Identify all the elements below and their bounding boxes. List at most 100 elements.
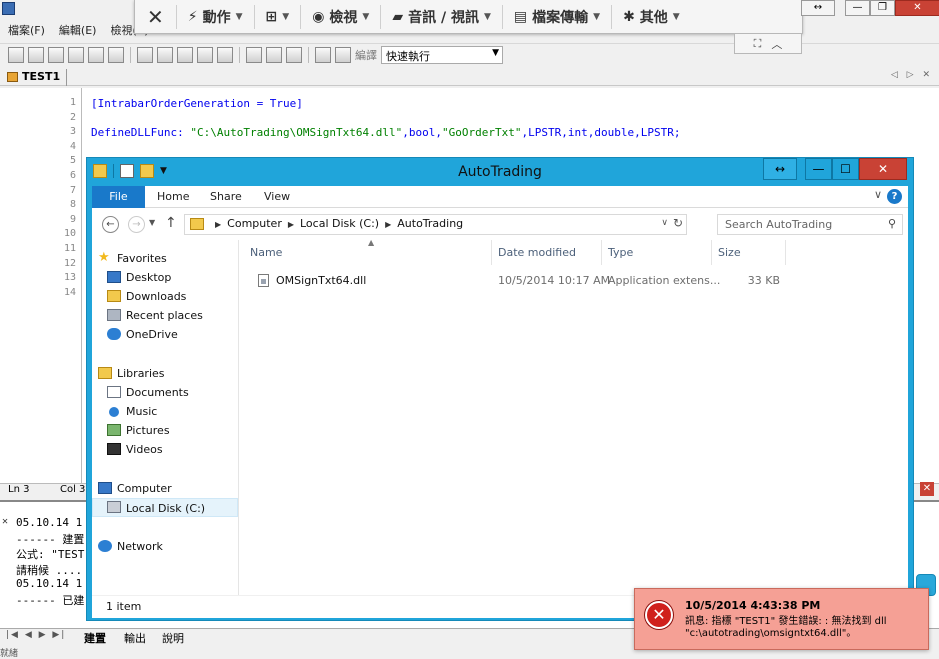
- save-all-icon[interactable]: [68, 47, 84, 63]
- chevron-down-icon: ▼: [492, 48, 499, 58]
- run-mode-select[interactable]: 快速執行 ▼: [381, 46, 503, 64]
- properties-icon[interactable]: [120, 164, 134, 178]
- chevron-down-icon[interactable]: ▼: [149, 218, 155, 227]
- print-icon[interactable]: [88, 47, 104, 63]
- search-icon[interactable]: ⚲: [888, 217, 896, 230]
- ribbon-tabs: File Home Share View ∨ ?: [92, 186, 908, 208]
- chevron-up-icon[interactable]: ︿: [771, 36, 782, 52]
- tile-horizontal-icon[interactable]: [266, 47, 282, 63]
- tab-scroll-arrows[interactable]: ◁ ▷ ✕: [891, 70, 933, 80]
- nav-favorites[interactable]: ★ Favorites: [92, 249, 238, 268]
- fullscreen-icon[interactable]: ⛶: [754, 37, 762, 51]
- compile-icon[interactable]: [335, 47, 351, 63]
- tab-file[interactable]: File: [92, 186, 145, 208]
- column-size[interactable]: Size: [712, 240, 786, 265]
- maximize-button[interactable]: ☐: [832, 158, 859, 180]
- nav-label: Local Disk (C:): [126, 502, 206, 515]
- tab-help[interactable]: 說明: [162, 630, 184, 646]
- remote-actions-menu[interactable]: ⚡ 動作 ▼: [177, 4, 255, 29]
- close-button[interactable]: ✕: [895, 0, 939, 16]
- breadcrumb-local-disk[interactable]: Local Disk (C:): [300, 217, 379, 230]
- address-bar[interactable]: ▶ Computer ▶ Local Disk (C:) ▶ AutoTrading ∨ …: [184, 214, 687, 235]
- column-type[interactable]: Type: [602, 240, 712, 265]
- nav-desktop[interactable]: Desktop: [92, 268, 238, 287]
- line-number: 6: [69, 170, 76, 181]
- chevron-down-icon[interactable]: ∨: [661, 218, 668, 228]
- nav-documents[interactable]: Documents: [92, 383, 238, 402]
- close-button[interactable]: ✕: [859, 158, 907, 180]
- tab-share[interactable]: Share: [210, 186, 242, 208]
- nav-pictures[interactable]: Pictures: [92, 421, 238, 440]
- new-folder-icon[interactable]: [140, 164, 154, 178]
- replace-icon[interactable]: [197, 47, 213, 63]
- menu-edit[interactable]: 編輯(E): [59, 22, 97, 38]
- remote-windows-menu[interactable]: ⊞ ▼: [255, 4, 302, 29]
- tab-view[interactable]: View: [264, 186, 290, 208]
- line-number: 11: [63, 243, 76, 254]
- nav-label: Network: [117, 540, 163, 553]
- breadcrumb-computer[interactable]: Computer: [227, 217, 282, 230]
- new-icon[interactable]: [8, 47, 24, 63]
- nav-onedrive[interactable]: OneDrive: [92, 325, 238, 344]
- save-icon[interactable]: [48, 47, 64, 63]
- close-icon[interactable]: ✕: [2, 516, 8, 527]
- chevron-down-icon[interactable]: ∨: [874, 188, 882, 201]
- tab-output[interactable]: 輸出: [124, 630, 146, 646]
- resize-button[interactable]: ↔: [763, 158, 797, 180]
- nav-downloads[interactable]: Downloads: [92, 287, 238, 306]
- minimize-button[interactable]: —: [845, 0, 870, 16]
- nav-label: Desktop: [126, 271, 172, 284]
- remote-audio-video-menu[interactable]: ▰ 音訊 / 視訊 ▼: [381, 4, 503, 29]
- remote-close-button[interactable]: ✕: [135, 4, 177, 29]
- videos-icon: [107, 443, 121, 455]
- line-number: 12: [63, 257, 76, 269]
- menu-file[interactable]: 檔案(F): [8, 22, 45, 38]
- search-input[interactable]: Search AutoTrading ⚲: [717, 214, 903, 235]
- column-date-modified[interactable]: Date modified: [492, 240, 602, 265]
- close-icon[interactable]: ✕: [920, 482, 934, 496]
- folder-icon: [190, 218, 204, 230]
- nav-libraries[interactable]: Libraries: [92, 364, 238, 383]
- nav-recent-places[interactable]: Recent places: [92, 306, 238, 325]
- column-name[interactable]: Name: [244, 240, 492, 265]
- nav-music[interactable]: Music: [92, 402, 238, 421]
- bookmark-icon[interactable]: [217, 47, 233, 63]
- nav-local-disk[interactable]: Local Disk (C:): [92, 498, 238, 517]
- resize-button[interactable]: ↔: [801, 0, 835, 16]
- nav-videos[interactable]: Videos: [92, 440, 238, 459]
- file-row[interactable]: OMSignTxt64.dll 10/5/2014 10:17 AM Appli…: [240, 270, 908, 291]
- redo-icon[interactable]: [157, 47, 173, 63]
- tab-build[interactable]: 建置: [84, 630, 106, 646]
- open-icon[interactable]: [28, 47, 44, 63]
- minimize-button[interactable]: —: [805, 158, 832, 180]
- remote-file-transfer-menu[interactable]: ▤ 檔案傳輸 ▼: [503, 4, 613, 29]
- undo-icon[interactable]: [137, 47, 153, 63]
- nav-network[interactable]: Network: [92, 537, 238, 556]
- error-notification[interactable]: ✕ 10/5/2014 4:43:38 PM 訊息: 指標 "TEST1" 發生…: [634, 588, 929, 650]
- back-button[interactable]: ←: [102, 216, 119, 233]
- find-icon[interactable]: [177, 47, 193, 63]
- forward-button[interactable]: →: [128, 216, 145, 233]
- help-icon[interactable]: ?: [887, 189, 902, 204]
- remote-more-menu[interactable]: ✱ 其他 ▼: [612, 5, 691, 29]
- tab-test1[interactable]: TEST1: [4, 69, 68, 86]
- tile-vertical-icon[interactable]: [286, 47, 302, 63]
- verify-icon[interactable]: [315, 47, 331, 63]
- refresh-icon[interactable]: ↻: [673, 216, 683, 230]
- breadcrumb-autotrading[interactable]: AutoTrading: [397, 217, 463, 230]
- star-icon: ★: [98, 250, 110, 265]
- maximize-button[interactable]: ❐: [870, 0, 895, 16]
- remote-toolbar-handle[interactable]: ⛶ ︿: [734, 34, 802, 54]
- app-status-text: 就緒: [0, 649, 19, 659]
- chevron-down-icon[interactable]: ▼: [160, 166, 167, 176]
- tab-home[interactable]: Home: [157, 186, 189, 208]
- window-icon[interactable]: [246, 47, 262, 63]
- chat-icon: ▰: [392, 8, 404, 25]
- explorer-title-bar[interactable]: AutoTrading ▼ ↔ — ☐ ✕: [87, 158, 913, 186]
- cut-icon[interactable]: [108, 47, 124, 63]
- remote-view-menu[interactable]: ◉ 檢視 ▼: [301, 4, 382, 29]
- nav-computer[interactable]: Computer: [92, 479, 238, 498]
- libraries-icon: [98, 367, 112, 379]
- tab-scroll-arrows[interactable]: |◀ ◀ ▶ ▶|: [6, 630, 66, 640]
- up-arrow-icon[interactable]: ↑: [165, 215, 177, 231]
